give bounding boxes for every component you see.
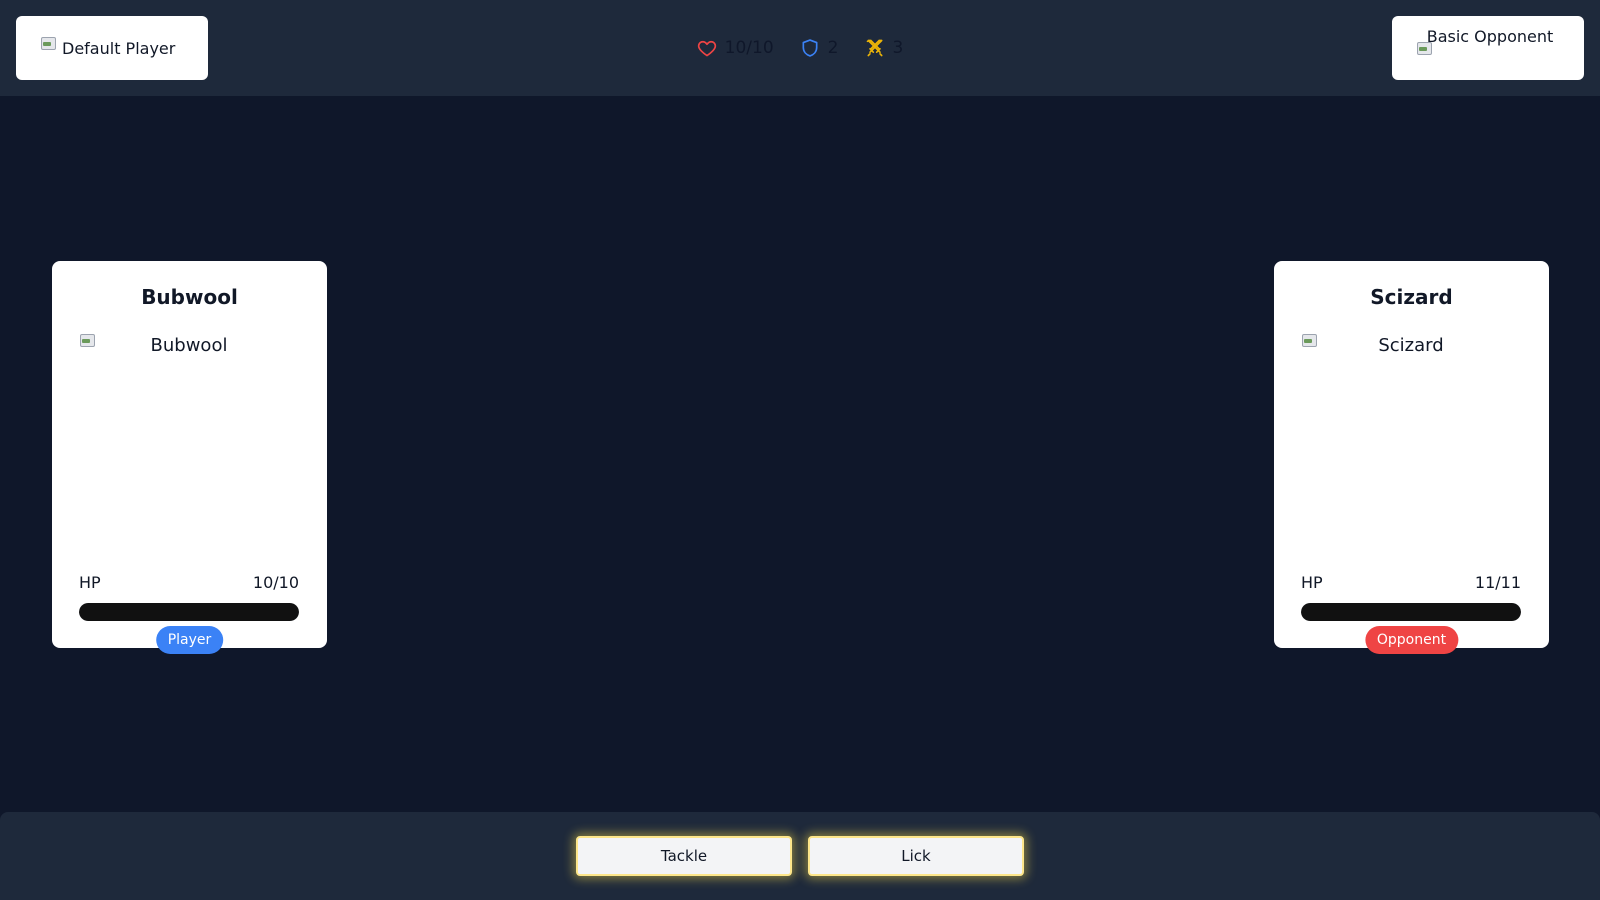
top-bar: Default Player 10/10 2 3 Basic Opponent (0, 0, 1600, 96)
heart-icon (697, 40, 716, 57)
opponent-name: Basic Opponent (1426, 27, 1554, 46)
opponent-monster-image: Scizard (1301, 333, 1521, 555)
player-hp-fill (79, 603, 299, 621)
health-stat: 10/10 (697, 36, 774, 60)
opponent-profile[interactable]: Basic Opponent (1392, 16, 1584, 80)
move-button-lick[interactable]: Lick (808, 836, 1024, 876)
opponent-badge: Opponent (1364, 626, 1459, 654)
opponent-hp-value: 11/11 (1474, 573, 1521, 592)
opponent-hp-label: HP (1301, 573, 1323, 592)
player-stats: 10/10 2 3 (0, 36, 1600, 60)
opponent-monster-image-alt: Scizard (1378, 335, 1444, 356)
opponent-monster-name: Scizard (1370, 285, 1453, 309)
broken-image-icon (1301, 333, 1317, 349)
opponent-avatar-icon (1416, 41, 1432, 57)
player-hp-label: HP (79, 573, 101, 592)
move-list: Tackle Lick (0, 836, 1600, 876)
player-monster-image: Bubwool (79, 333, 299, 555)
move-button-tackle[interactable]: Tackle (576, 836, 792, 876)
player-monster-name: Bubwool (141, 285, 238, 309)
action-bar: Tackle Lick (0, 812, 1600, 900)
crossed-swords-icon (866, 39, 882, 57)
defense-value: 2 (827, 38, 839, 58)
attack-value: 3 (892, 38, 904, 58)
broken-image-icon (79, 333, 95, 349)
player-badge: Player (155, 626, 224, 654)
shield-icon (802, 39, 818, 57)
opponent-monster-card[interactable]: Scizard Scizard HP 11/11 Opponent (1274, 261, 1549, 654)
health-value: 10/10 (724, 38, 774, 58)
opponent-hp-fill (1301, 603, 1521, 621)
player-hp-bar (79, 603, 299, 621)
opponent-hp-row: HP 11/11 (1301, 573, 1521, 592)
player-monster-card[interactable]: Bubwool Bubwool HP 10/10 Player (52, 261, 327, 654)
attack-stat: 3 (865, 36, 904, 60)
opponent-hp-bar (1301, 603, 1521, 621)
player-hp-row: HP 10/10 (79, 573, 299, 592)
player-monster-image-alt: Bubwool (150, 335, 228, 356)
player-hp-value: 10/10 (252, 573, 299, 592)
defense-stat: 2 (800, 36, 839, 60)
